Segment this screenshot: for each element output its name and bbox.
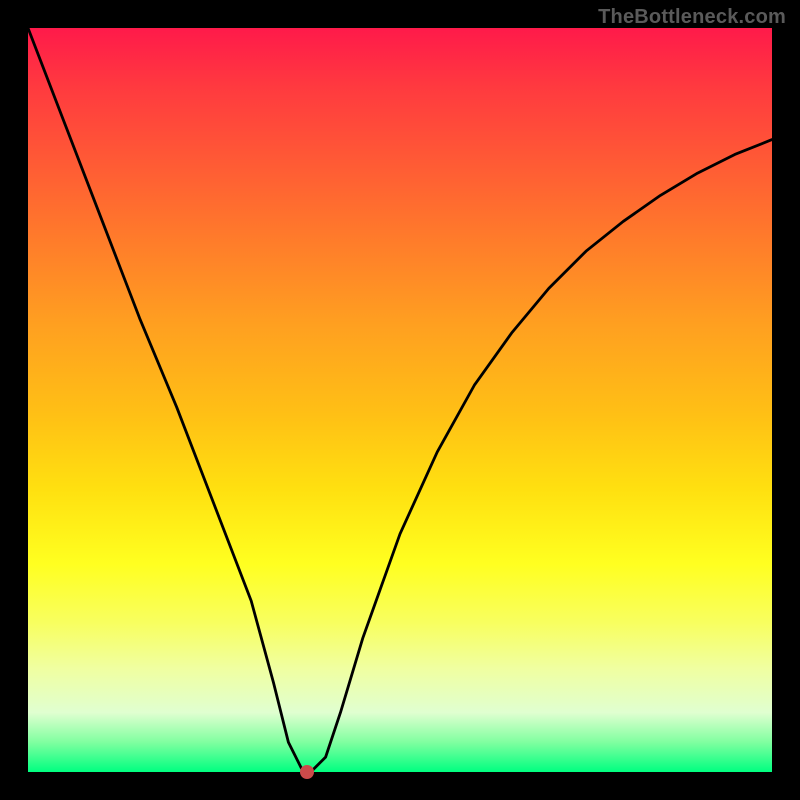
watermark-text: TheBottleneck.com (598, 6, 786, 29)
plot-area (28, 28, 772, 772)
bottleneck-curve (28, 28, 772, 772)
chart-container: TheBottleneck.com (0, 0, 800, 800)
